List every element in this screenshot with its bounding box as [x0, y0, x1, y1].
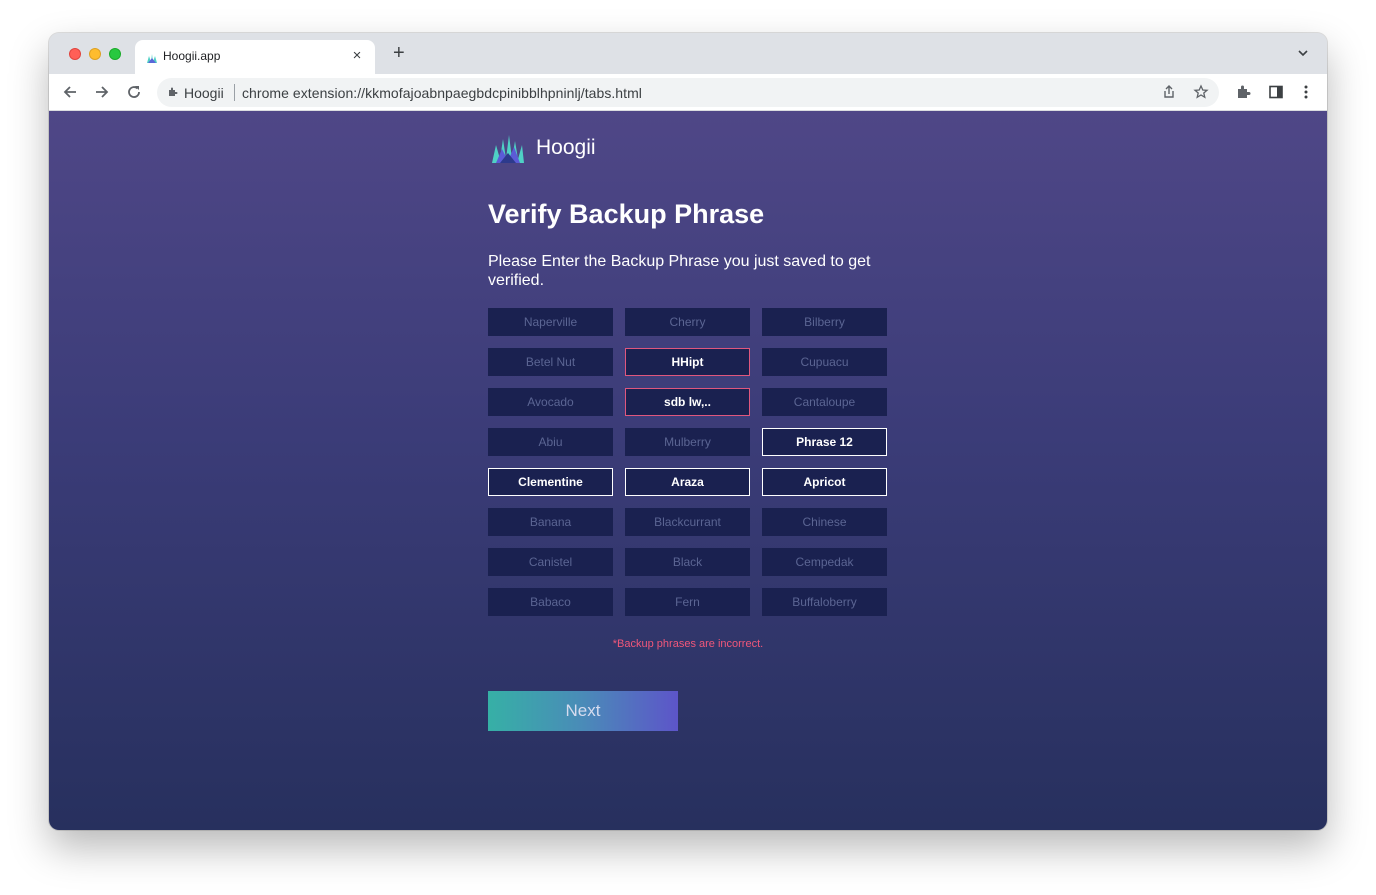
browser-toolbar: Hoogii chrome extension://kkmofajoabnpae…	[49, 74, 1327, 111]
tab-strip: Hoogii.app × +	[49, 33, 1327, 74]
phrase-word-chip[interactable]: Naperville	[488, 308, 613, 336]
omnibox-site-name: Hoogii	[184, 85, 224, 101]
page-title: Verify Backup Phrase	[488, 199, 765, 229]
phrase-word-chip[interactable]: Buffaloberry	[762, 588, 887, 616]
phrase-word-chip[interactable]: Clementine	[488, 468, 613, 496]
phrase-word-chip[interactable]: Cupuacu	[762, 348, 887, 376]
phrase-word-chip[interactable]: Abiu	[488, 428, 613, 456]
phrase-word-chip[interactable]: Bilberry	[762, 308, 887, 336]
phrase-word-chip[interactable]: Chinese	[762, 508, 887, 536]
forward-arrow-icon[interactable]	[93, 83, 111, 101]
chevron-down-icon[interactable]	[1297, 47, 1309, 59]
address-bar[interactable]: Hoogii chrome extension://kkmofajoabnpae…	[157, 78, 1219, 107]
omnibox-url[interactable]: chrome extension://kkmofajoabnpaegbdcpin…	[242, 85, 642, 101]
phrase-word-chip[interactable]: Blackcurrant	[625, 508, 750, 536]
side-panel-icon[interactable]	[1268, 84, 1284, 100]
minimize-window-button[interactable]	[89, 48, 101, 60]
phrase-word-chip[interactable]: Betel Nut	[488, 348, 613, 376]
phrase-word-chip[interactable]: Banana	[488, 508, 613, 536]
instruction-text: Please Enter the Backup Phrase you just …	[488, 253, 871, 289]
extensions-puzzle-icon[interactable]	[1236, 84, 1252, 100]
reload-icon[interactable]	[125, 83, 143, 101]
bookmark-star-icon[interactable]	[1193, 84, 1209, 100]
phrase-word-chip[interactable]: Fern	[625, 588, 750, 616]
phrase-word-chip[interactable]: Black	[625, 548, 750, 576]
share-icon[interactable]	[1161, 84, 1177, 100]
extension-puzzle-icon	[169, 87, 178, 96]
phrase-word-chip[interactable]: sdb lw,..	[625, 388, 750, 416]
phrase-word-chip[interactable]: Cantaloupe	[762, 388, 887, 416]
phrase-word-chip[interactable]: Cherry	[625, 308, 750, 336]
hoogii-favicon-icon	[147, 54, 157, 63]
next-button[interactable]: Next	[488, 691, 678, 731]
phrase-word-chip[interactable]: Babaco	[488, 588, 613, 616]
tab-close-icon[interactable]: ×	[349, 47, 365, 64]
phrase-word-chip[interactable]: Canistel	[488, 548, 613, 576]
omnibox-separator	[234, 84, 235, 101]
hoogii-logo-icon	[492, 135, 524, 163]
extension-page: Hoogii Verify Backup Phrase Please Enter…	[49, 111, 1327, 830]
phrase-word-chip[interactable]: Cempedak	[762, 548, 887, 576]
error-message: *Backup phrases are incorrect.	[612, 638, 764, 650]
close-window-button[interactable]	[69, 48, 81, 60]
phrase-word-chip[interactable]: Apricot	[762, 468, 887, 496]
more-menu-icon[interactable]	[1298, 84, 1314, 100]
browser-window: Hoogii.app × + Hoogii chrome extension:/…	[49, 33, 1327, 830]
tab-title: Hoogii.app	[163, 49, 221, 63]
back-arrow-icon[interactable]	[61, 83, 79, 101]
phrase-word-chip[interactable]: HHipt	[625, 348, 750, 376]
new-tab-button[interactable]: +	[393, 42, 405, 65]
brand-name: Hoogii	[536, 136, 596, 159]
phrase-word-chip[interactable]: Avocado	[488, 388, 613, 416]
browser-tab[interactable]: Hoogii.app ×	[135, 40, 375, 74]
phrase-word-chip[interactable]: Mulberry	[625, 428, 750, 456]
phrase-word-chip[interactable]: Phrase 12	[762, 428, 887, 456]
phrase-word-chip[interactable]: Araza	[625, 468, 750, 496]
maximize-window-button[interactable]	[109, 48, 121, 60]
